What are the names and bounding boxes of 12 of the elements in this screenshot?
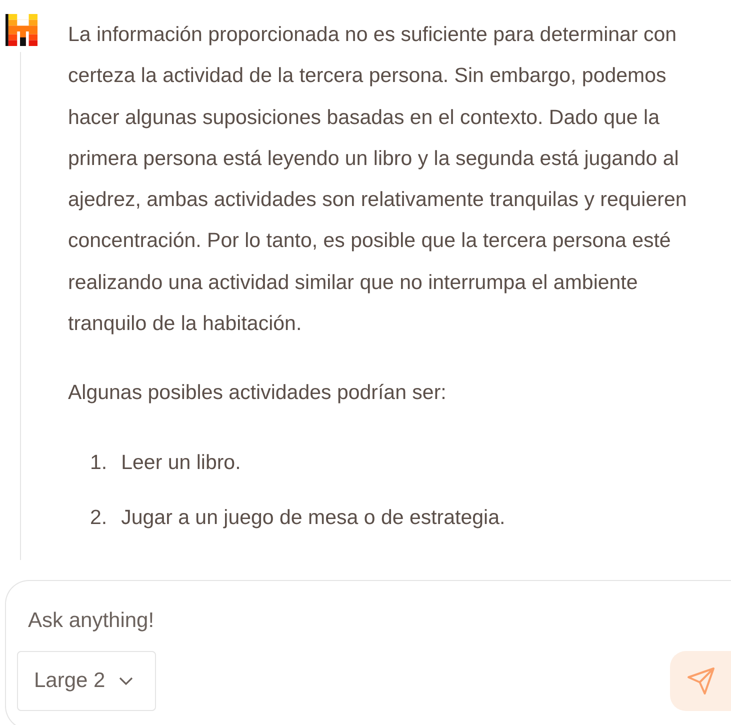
model-dropdown[interactable]: Large 2 [17,651,156,711]
list-item-text: Jugar a un juego de mesa o de estrategia. [121,504,506,531]
send-icon [686,666,716,696]
message-paragraph: La información proporcionada no es suficiente para determinar con certeza la actividad de la tercera persona. Sin embargo, podemos hacer algunas suposiciones basadas en el contexto. Dado que la primera persona está leyendo un libro y la segunda está jugando al ajedrez, ambas actividades son relativamente tranquilas y requieren concentración. Por lo tanto, es posible que la tercera persona esté realizando una actividad similar que no interrumpa el ambiente tranquilo de la habitación. [68,22,688,338]
message-input[interactable]: Ask anything! [16,605,440,637]
message-paragraph: Algunas posibles actividades podrían ser: [68,380,448,406]
chevron-icon [119,676,134,686]
list-number: 2. [90,504,108,531]
logo-icon [5,14,38,46]
send-button[interactable] [670,651,731,711]
list-number: 1. [90,450,108,476]
list-item-text: Leer un libro. [121,450,241,476]
